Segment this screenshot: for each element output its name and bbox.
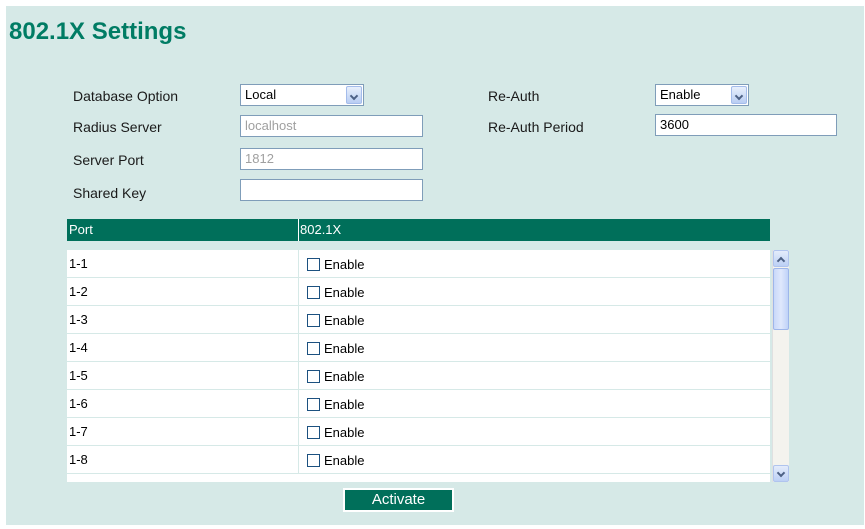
enable-checkbox[interactable]	[307, 314, 320, 327]
port-table-body: 1-1 Enable 1-2 Enable 1-3 Enable 1-4 Ena…	[67, 250, 770, 482]
enable-checkbox[interactable]	[307, 398, 320, 411]
database-option-select[interactable]: Local	[240, 84, 364, 106]
port-cell: 1-3	[69, 312, 88, 327]
cell-divider	[298, 334, 299, 362]
enable-checkbox-label[interactable]: Enable	[324, 425, 364, 440]
enable-checkbox[interactable]	[307, 426, 320, 439]
table-row: 1-5 Enable	[67, 362, 770, 390]
enable-checkbox-label[interactable]: Enable	[324, 257, 364, 272]
shared-key-label: Shared Key	[73, 185, 147, 201]
cell-divider	[298, 278, 299, 306]
table-row: 1-2 Enable	[67, 278, 770, 306]
table-row: 1-1 Enable	[67, 250, 770, 278]
re-auth-label: Re-Auth	[488, 88, 540, 104]
cell-divider	[298, 250, 299, 278]
cell-divider	[298, 306, 299, 334]
re-auth-value: Enable	[660, 87, 701, 102]
table-row: 1-4 Enable	[67, 334, 770, 362]
table-row: 1-7 Enable	[67, 418, 770, 446]
header-divider	[298, 219, 299, 241]
shared-key-input[interactable]	[240, 179, 423, 201]
chevron-down-icon[interactable]	[731, 86, 747, 104]
port-cell: 1-5	[69, 368, 88, 383]
activate-button[interactable]: Activate	[343, 488, 454, 512]
cell-divider	[298, 446, 299, 474]
cell-divider	[298, 390, 299, 418]
enable-checkbox[interactable]	[307, 454, 320, 467]
database-option-label: Database Option	[73, 88, 179, 104]
port-cell: 1-6	[69, 396, 88, 411]
re-auth-period-input[interactable]: 3600	[655, 114, 837, 136]
enable-checkbox[interactable]	[307, 258, 320, 271]
table-row: 1-3 Enable	[67, 306, 770, 334]
port-cell: 1-2	[69, 284, 88, 299]
enable-checkbox[interactable]	[307, 286, 320, 299]
database-option-value: Local	[245, 87, 277, 102]
port-column-header: Port	[69, 222, 93, 237]
re-auth-period-label: Re-Auth Period	[488, 119, 584, 135]
chevron-up-icon[interactable]	[773, 250, 789, 267]
enable-checkbox-label[interactable]: Enable	[324, 313, 364, 328]
table-row: 1-6 Enable	[67, 390, 770, 418]
radius-server-label: Radius Server	[73, 119, 162, 135]
port-table-header: Port 802.1X	[67, 219, 770, 241]
enable-checkbox-label[interactable]: Enable	[324, 369, 364, 384]
enable-checkbox[interactable]	[307, 342, 320, 355]
scrollbar-thumb[interactable]	[773, 268, 789, 330]
table-row: 1-8 Enable	[67, 446, 770, 474]
settings-panel: 802.1X Settings Database Option Local Ra…	[6, 6, 864, 525]
enable-checkbox-label[interactable]: Enable	[324, 341, 364, 356]
page-title: 802.1X Settings	[9, 18, 187, 45]
re-auth-select[interactable]: Enable	[655, 84, 749, 106]
chevron-down-icon[interactable]	[773, 465, 789, 482]
cell-divider	[298, 418, 299, 446]
enable-checkbox-label[interactable]: Enable	[324, 397, 364, 412]
port-cell: 1-8	[69, 452, 88, 467]
table-scrollbar[interactable]	[772, 250, 789, 482]
port-cell: 1-7	[69, 424, 88, 439]
dot1x-column-header: 802.1X	[300, 222, 342, 237]
enable-checkbox-label[interactable]: Enable	[324, 285, 364, 300]
cell-divider	[298, 362, 299, 390]
radius-server-input[interactable]: localhost	[240, 115, 423, 137]
server-port-label: Server Port	[73, 152, 144, 168]
port-cell: 1-1	[69, 256, 88, 271]
chevron-down-icon[interactable]	[346, 86, 362, 104]
server-port-input[interactable]: 1812	[240, 148, 423, 170]
enable-checkbox[interactable]	[307, 370, 320, 383]
enable-checkbox-label[interactable]: Enable	[324, 453, 364, 468]
port-cell: 1-4	[69, 340, 88, 355]
